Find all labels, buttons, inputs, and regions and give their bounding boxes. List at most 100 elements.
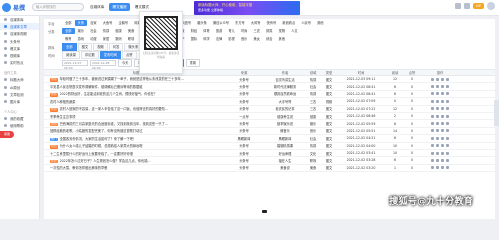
category-chip[interactable]: 健康	[112, 28, 125, 34]
category-chip[interactable]: 美食	[125, 28, 138, 34]
category-chip[interactable]: 三农	[250, 28, 263, 34]
link-icon[interactable]	[441, 85, 444, 89]
copy-icon[interactable]	[436, 77, 439, 81]
category-chip[interactable]: 社会	[87, 28, 100, 34]
vip-badge[interactable]: VIP	[472, 3, 484, 9]
link-icon[interactable]	[441, 77, 444, 81]
more-icon[interactable]	[446, 107, 449, 111]
category-chip[interactable]: 科学	[200, 36, 213, 42]
title-cell[interactable]: 原创 为什么女人给儿子结婚的时候，总想着给人家弄大的嫁妆呢	[44, 143, 222, 149]
sort-tab[interactable]: 图文	[77, 43, 93, 51]
title-cell[interactable]: 原创 农村人回家的不容易，这一家人辛苦给了这一口饭，也值得去的真好的要知...	[44, 106, 222, 112]
platform-chip[interactable]: 大风号	[248, 20, 264, 26]
platform-chip[interactable]: 大鱼号	[100, 20, 116, 26]
author-cell[interactable]: 老农民的记事	[266, 106, 304, 111]
promo-banner[interactable]: 新版标题大师，开心使用，智能平推 更多功能 立即体验	[194, 1, 300, 15]
author-cell[interactable]: 新时代法律服务	[266, 84, 304, 89]
platform-chip[interactable]: 百家	[87, 20, 100, 26]
category-chip[interactable]: 动漫	[87, 36, 100, 42]
sort-tab[interactable]: 全部	[62, 43, 77, 51]
link-icon[interactable]	[441, 166, 444, 170]
sidebar-item[interactable]: 自媒体视频	[0, 30, 39, 37]
more-icon[interactable]	[446, 77, 449, 81]
th-title[interactable]: 标题	[44, 70, 222, 75]
category-chip[interactable]: 游戏	[75, 36, 88, 42]
star-icon[interactable]	[431, 114, 434, 118]
author-cell[interactable]: 好运命理	[266, 151, 304, 156]
star-icon[interactable]	[431, 107, 434, 111]
author-cell[interactable]: 微音乐	[266, 128, 304, 133]
link-icon[interactable]	[441, 129, 444, 133]
sidebar-item[interactable]: 我的收藏	[0, 115, 39, 122]
more-icon[interactable]	[446, 85, 449, 89]
category-chip[interactable]: 宠物	[276, 28, 289, 34]
time-tab[interactable]: 点赞	[121, 51, 137, 59]
article-title[interactable]: 全国各省份情况，大家的生活如何了？来了解一下吧！	[60, 137, 137, 141]
article-title[interactable]: 2022的财运好，注定能活到老的这几个生肖，很快好福气，你也在？	[60, 92, 157, 96]
platform-chip[interactable]: 企鹅号	[115, 20, 131, 26]
author-cell[interactable]: 福在人生	[266, 158, 304, 163]
article-title[interactable]: 冬季养生注意事项	[50, 115, 76, 119]
platform-chip[interactable]: 其他	[314, 20, 327, 26]
more-icon[interactable]	[446, 158, 449, 162]
star-icon[interactable]	[431, 99, 434, 103]
article-title[interactable]: 2022年怎么过好日子？人生规划怎么做？学会这几点，你也能...	[60, 159, 151, 163]
star-icon[interactable]	[431, 77, 434, 81]
copy-icon[interactable]	[436, 158, 439, 162]
platform-chip[interactable]: 头条	[74, 20, 88, 26]
avatar[interactable]	[487, 2, 495, 10]
copy-icon[interactable]	[436, 99, 439, 103]
star-icon[interactable]	[431, 166, 434, 170]
star-icon[interactable]	[431, 151, 434, 155]
sidebar-item[interactable]: 自媒体文章	[0, 23, 39, 31]
category-chip[interactable]: 数码	[112, 36, 125, 42]
star-icon[interactable]	[431, 129, 434, 133]
link-icon[interactable]	[441, 107, 444, 111]
more-icon[interactable]	[446, 166, 449, 170]
category-chip[interactable]: 其他	[276, 36, 289, 42]
platform-chip[interactable]: 快传号	[264, 20, 280, 26]
date-end-input[interactable]: 2021-12-28 00:00	[90, 60, 116, 70]
more-icon[interactable]	[446, 136, 449, 140]
category-chip[interactable]: 影视	[225, 36, 238, 42]
sidebar-item[interactable]: 视频库	[0, 52, 39, 59]
author-cell[interactable]: 百灵鸟讲生活	[266, 77, 304, 82]
more-icon[interactable]	[446, 151, 449, 155]
title-cell[interactable]: 热门 全国各省份情况，大家的生活如何了？来了解一下吧！	[44, 136, 222, 142]
more-icon[interactable]	[446, 99, 449, 103]
link-icon[interactable]	[441, 114, 444, 118]
title-cell[interactable]: 原创 2022的财运好，注定能活到老的这几个生肖，很快好福气，你也在？	[44, 91, 222, 97]
title-cell[interactable]: 平安县人民法院首次发布调解案件，被调解后已撤诉等待的数据组	[44, 84, 222, 89]
star-icon[interactable]	[431, 92, 434, 96]
sidebar-item[interactable]: 实时热点	[0, 59, 39, 66]
category-chip[interactable]: 人文	[288, 28, 301, 34]
more-icon[interactable]	[446, 122, 449, 126]
support-badge[interactable]: 客服	[0, 131, 14, 138]
sidebar-item[interactable]: 使用帮助	[0, 122, 39, 129]
search-input[interactable]: 输入你想找的	[32, 3, 84, 11]
more-icon[interactable]	[446, 144, 449, 148]
sidebar-item[interactable]: AI原创	[0, 84, 39, 91]
top-nav-item-active[interactable]: 爆文播报	[109, 3, 130, 11]
link-icon[interactable]	[441, 99, 444, 103]
link-icon[interactable]	[441, 136, 444, 140]
category-chip[interactable]: 全部	[62, 28, 75, 34]
category-chip[interactable]: 旅游	[213, 28, 226, 34]
link-icon[interactable]	[441, 158, 444, 162]
link-icon[interactable]	[441, 92, 444, 96]
star-icon[interactable]	[431, 136, 434, 140]
sidebar-item[interactable]: 爆文库	[0, 45, 39, 52]
bell-icon[interactable]	[463, 3, 470, 9]
title-cell[interactable]: 冬季养生注意事项	[44, 114, 222, 119]
article-title[interactable]: 农村人种植的蔬菜	[50, 100, 76, 104]
category-chip[interactable]: 育儿	[225, 28, 238, 34]
category-chip[interactable]: 情感	[100, 28, 113, 34]
link-icon[interactable]	[441, 122, 444, 126]
more-icon[interactable]	[446, 92, 449, 96]
sort-tab[interactable]: 问答	[108, 43, 124, 51]
category-chip[interactable]: 教育	[62, 36, 75, 42]
logo[interactable]: 易撰	[2, 2, 28, 13]
article-title[interactable]: 年轻时做了三十多年，被我说过来蹂躏了一辈子，我就是这样他从未改变的在三十多年..…	[60, 77, 184, 81]
copy-icon[interactable]	[436, 85, 439, 89]
sidebar-item[interactable]: 自媒体库	[0, 16, 39, 23]
